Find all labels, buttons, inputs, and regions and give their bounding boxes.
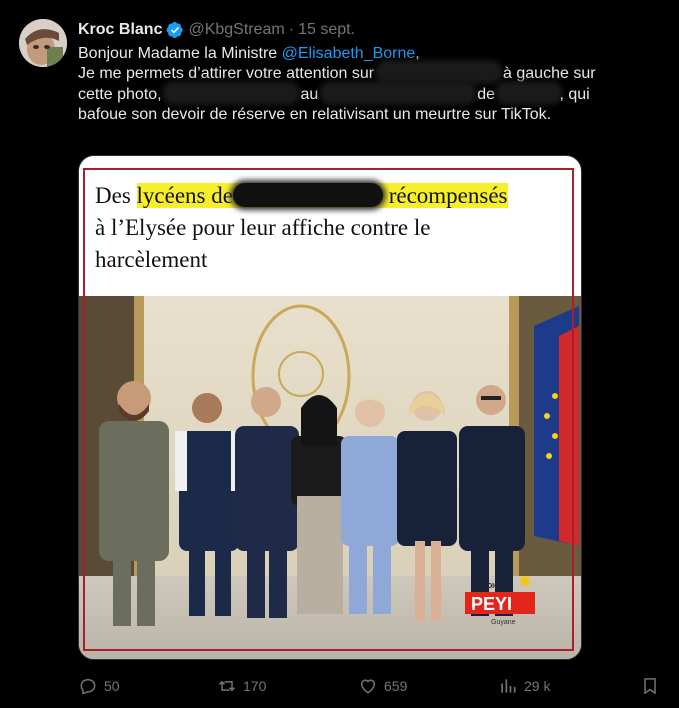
group-photo: RADIO PEYI Guyane <box>79 296 581 659</box>
author-handle[interactable]: @KbgStream <box>188 21 284 39</box>
like-count: 659 <box>384 678 408 694</box>
text-line-3d: , qui <box>559 85 590 103</box>
logo-top: RADIO <box>477 583 500 590</box>
headline-highlight: lycéens de <box>136 183 233 208</box>
reply-count: 50 <box>104 678 120 694</box>
bookmark-button[interactable] <box>640 676 666 696</box>
author-name[interactable]: Kroc Blanc <box>78 21 162 39</box>
text-line-1-end: , <box>415 45 420 62</box>
article-headline: Des lycéens de récompensés à l’Elysée po… <box>95 180 565 276</box>
logo-main: PEYI <box>471 594 512 614</box>
text-line-3b: au <box>300 85 319 103</box>
like-button[interactable]: 659 <box>358 676 407 696</box>
text-line-2a: Je me permets d’attirer votre attention … <box>78 65 375 83</box>
headline-highlight-redacted <box>232 183 389 208</box>
separator: · <box>288 21 295 38</box>
text-line-1: Bonjour Madame la Ministre <box>78 45 282 62</box>
tweet-media[interactable]: Des lycéens de récompensés à l’Elysée po… <box>78 155 582 660</box>
retweet-count: 170 <box>243 678 267 694</box>
headline-line-2: à l’Elysée pour leur affiche contre le <box>95 215 431 240</box>
tweet-header: Kroc Blanc @KbgStream · 15 sept. <box>78 21 355 39</box>
views-count: 29 k <box>524 678 551 694</box>
redaction <box>499 84 560 101</box>
heart-icon <box>360 679 376 694</box>
mention-link[interactable]: @Elisabeth_Borne <box>282 45 416 62</box>
text-line-4: bafoue son devoir de réserve en relativi… <box>78 105 552 123</box>
reply-icon <box>80 679 96 695</box>
redaction <box>166 84 297 101</box>
retweet-icon <box>218 680 236 692</box>
bookmark-icon <box>644 678 656 695</box>
headline-part: Des <box>95 183 137 208</box>
text-line-3a: cette photo, <box>78 85 162 103</box>
views-button[interactable]: 29 k <box>498 676 550 696</box>
text-line-3c: de <box>477 85 496 103</box>
avatar[interactable] <box>19 19 67 67</box>
retweet-button[interactable]: 170 <box>217 676 266 696</box>
tweet-text: Bonjour Madame la Ministre @Elisabeth_Bo… <box>78 44 658 125</box>
redaction <box>322 84 473 101</box>
text-line-2b: à gauche sur <box>503 65 596 83</box>
headline-highlight: récompensés <box>388 183 508 208</box>
reply-button[interactable]: 50 <box>78 676 120 696</box>
verified-badge-icon <box>166 21 184 39</box>
tweet[interactable]: Kroc Blanc @KbgStream · 15 sept. Bonjour… <box>0 0 679 708</box>
views-icon <box>501 679 516 693</box>
tweet-date[interactable]: 15 sept. <box>298 21 355 39</box>
headline-line-3: harcèlement <box>95 247 208 272</box>
action-bar: 50 170 659 29 k <box>0 672 679 702</box>
redaction <box>378 64 499 81</box>
logo-bottom: Guyane <box>491 619 516 626</box>
